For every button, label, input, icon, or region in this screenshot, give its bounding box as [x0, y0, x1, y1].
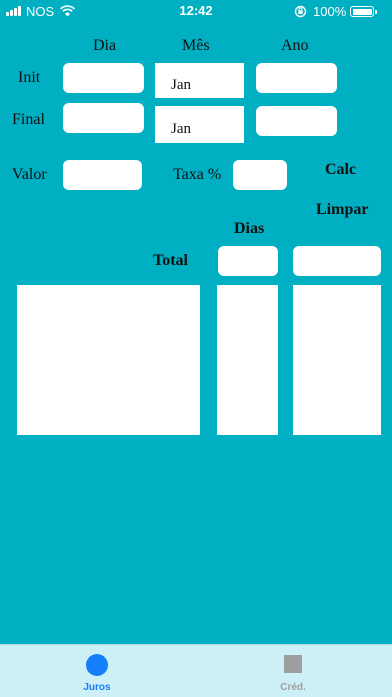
init-month-picker[interactable]: Jan	[155, 63, 244, 98]
days-list-table[interactable]	[217, 285, 278, 435]
col-header-mes: Mês	[182, 37, 210, 54]
taxa-label: Taxa %	[173, 166, 222, 183]
taxa-field[interactable]	[233, 160, 287, 190]
final-year-field[interactable]	[256, 106, 337, 136]
col-header-dia: Dia	[93, 37, 117, 54]
final-month-picker[interactable]: Jan	[155, 106, 244, 143]
total-label: Total	[153, 252, 188, 269]
init-day-field[interactable]	[63, 63, 144, 93]
total-result-field[interactable]	[293, 246, 381, 276]
orientation-lock-icon	[294, 5, 307, 18]
tab-cred[interactable]: Créd.	[263, 645, 323, 697]
circle-icon	[86, 654, 108, 676]
tab-juros[interactable]: Juros	[67, 645, 127, 697]
init-year-field[interactable]	[256, 63, 337, 93]
valor-field[interactable]	[63, 160, 142, 190]
square-icon	[284, 655, 302, 673]
battery-tip	[375, 10, 377, 14]
date-list-table[interactable]	[17, 285, 200, 435]
battery-percent: 100%	[313, 4, 347, 19]
final-day-field[interactable]	[63, 103, 144, 133]
col-header-ano: Ano	[281, 37, 309, 54]
value-list-table[interactable]	[293, 285, 381, 435]
dias-result-field[interactable]	[218, 246, 278, 276]
tab-bar: Juros Créd.	[0, 644, 392, 697]
dias-label: Dias	[234, 220, 265, 237]
calc-button[interactable]: Calc	[325, 161, 356, 179]
init-label: Init	[18, 69, 41, 86]
tab-juros-label: Juros	[83, 682, 111, 693]
battery-icon	[350, 6, 374, 17]
status-bar: NOS 12:42 100%	[0, 0, 392, 22]
limpar-button[interactable]: Limpar	[316, 201, 368, 219]
final-month-value: Jan	[171, 121, 191, 137]
tab-cred-label: Créd.	[280, 682, 306, 693]
valor-label: Valor	[12, 166, 47, 183]
init-month-value: Jan	[171, 77, 191, 93]
final-label: Final	[12, 111, 45, 128]
